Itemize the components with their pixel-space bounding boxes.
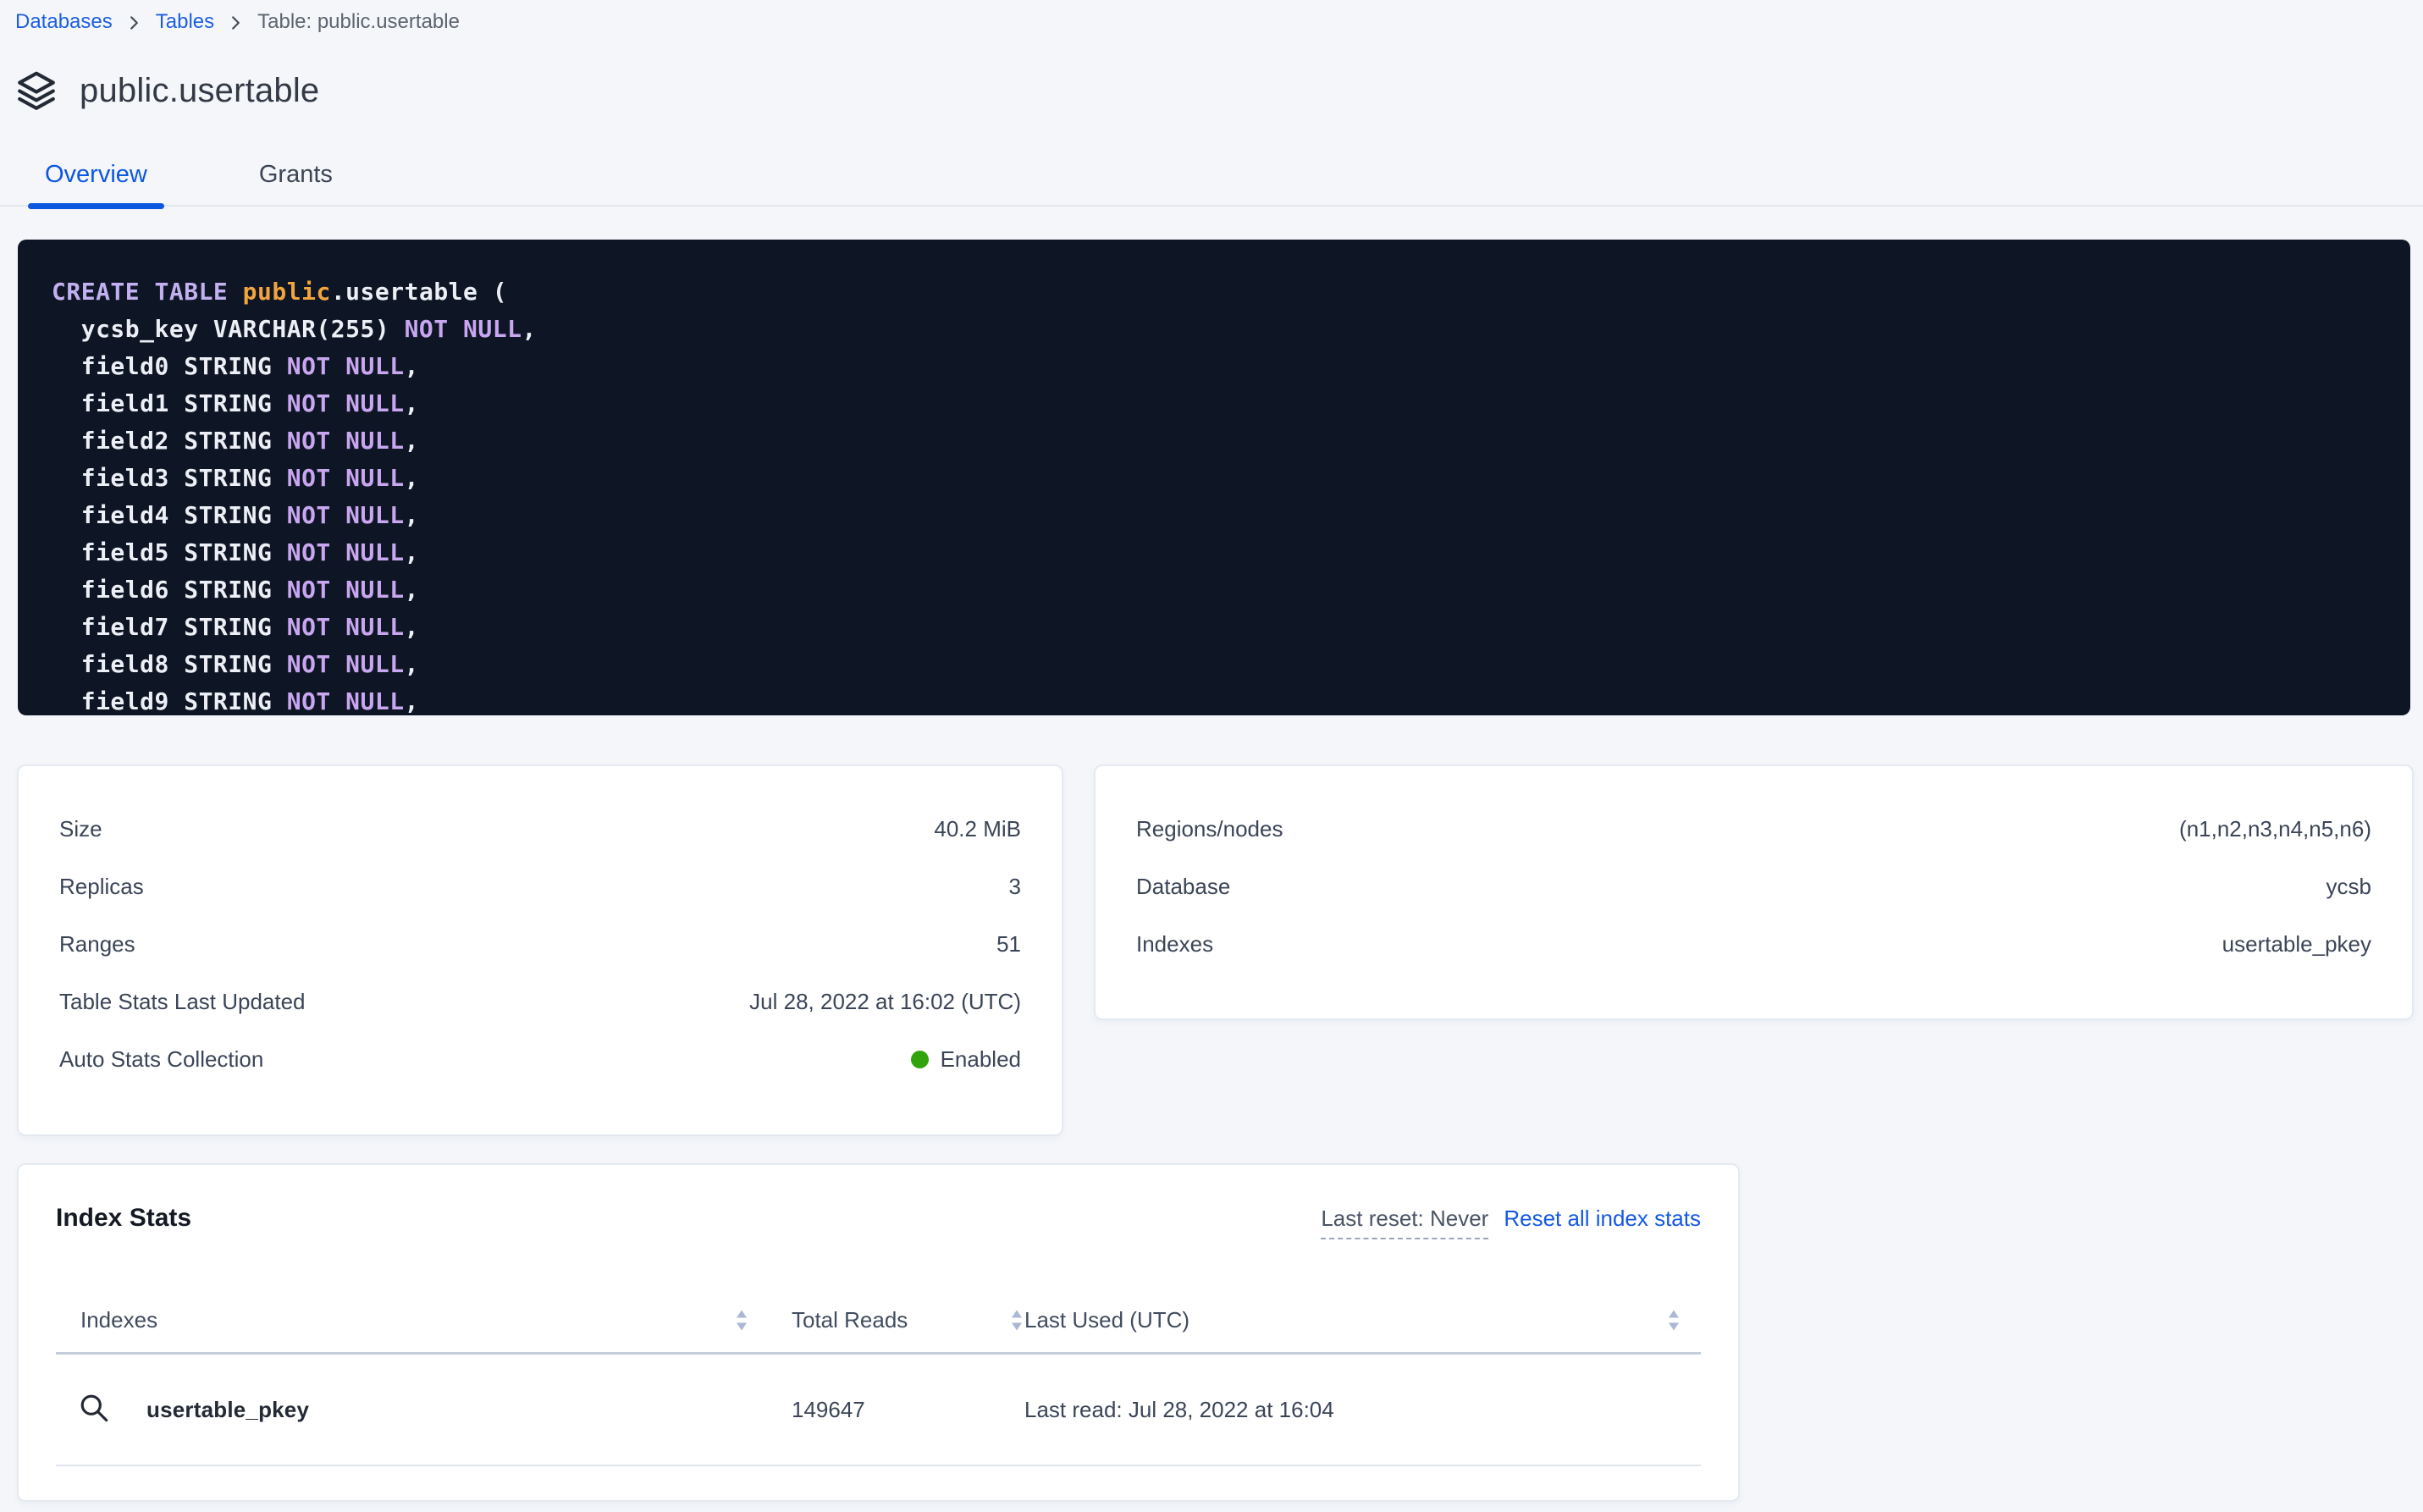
detail-label: Indexes [1136,931,1213,957]
detail-label: Table Stats Last Updated [59,989,306,1015]
breadcrumb: Databases Tables Table: public.usertable [15,8,460,36]
index-last-used: Last read: Jul 28, 2022 at 16:04 [1024,1397,1701,1423]
detail-row-replicas: Replicas 3 [59,858,1021,915]
detail-value: 40.2 MiB [934,816,1021,842]
table-details-card: Size 40.2 MiB Replicas 3 Ranges 51 Table… [17,764,1063,1136]
chevron-right-icon [128,14,141,32]
sort-icon [736,1309,748,1332]
index-stats-card: Index Stats Last reset: Never Reset all … [17,1163,1740,1502]
chevron-right-icon [229,14,242,32]
column-header-total-reads[interactable]: Total Reads [792,1307,1024,1333]
sort-icon [1011,1309,1023,1332]
status-enabled-dot-icon [911,1051,929,1068]
detail-value: usertable_pkey [2222,931,2371,957]
detail-value: 3 [1009,874,1021,900]
index-stats-table: Indexes Total Reads Last Used (UTC) [56,1289,1701,1466]
detail-row-stats-updated: Table Stats Last Updated Jul 28, 2022 at… [59,973,1021,1030]
breadcrumb-link-databases[interactable]: Databases [15,10,113,34]
detail-row-database: Database ycsb [1136,858,2371,915]
table-details-card-right: Regions/nodes (n1,n2,n3,n4,n5,n6) Databa… [1094,764,2414,1020]
detail-label: Auto Stats Collection [59,1046,263,1073]
column-header-last-used[interactable]: Last Used (UTC) [1024,1307,1701,1333]
detail-value: ycsb [2326,874,2371,900]
column-label: Indexes [80,1307,157,1333]
tabbar: Overview Grants [0,157,2423,207]
detail-value: (n1,n2,n3,n4,n5,n6) [2179,816,2371,842]
page-title: public.usertable [80,72,319,110]
table-details-page: Databases Tables Table: public.usertable… [0,0,2423,1512]
stack-layers-icon [15,69,58,112]
status-text: Enabled [941,1046,1021,1073]
column-header-indexes[interactable]: Indexes [56,1307,792,1333]
detail-row-size: Size 40.2 MiB [59,800,1021,858]
create-table-statement[interactable]: CREATE TABLE public.usertable ( ycsb_key… [18,240,2410,715]
last-reset-label: Last reset: Never [1321,1206,1488,1239]
detail-label: Ranges [59,931,135,957]
detail-value: 51 [996,931,1021,957]
index-stats-row[interactable]: usertable_pkey 149647 Last read: Jul 28,… [56,1355,1701,1466]
detail-label: Regions/nodes [1136,816,1283,842]
detail-row-auto-stats: Auto Stats Collection Enabled [59,1030,1021,1088]
detail-label: Size [59,816,102,842]
tab-grants[interactable]: Grants [242,157,350,205]
index-stats-table-header: Indexes Total Reads Last Used (UTC) [56,1289,1701,1355]
detail-value: Enabled [911,1046,1021,1073]
detail-label: Database [1136,874,1230,900]
magnifier-icon [79,1393,111,1426]
index-name-link[interactable]: usertable_pkey [146,1397,309,1423]
detail-row-ranges: Ranges 51 [59,915,1021,973]
sort-icon [1668,1309,1680,1332]
reset-index-stats-link[interactable]: Reset all index stats [1504,1206,1701,1232]
detail-row-indexes: Indexes usertable_pkey [1136,915,2371,973]
tab-overview[interactable]: Overview [28,157,164,205]
detail-row-regions: Regions/nodes (n1,n2,n3,n4,n5,n6) [1136,800,2371,858]
column-label: Total Reads [792,1307,908,1333]
detail-label: Replicas [59,874,144,900]
index-total-reads: 149647 [792,1397,1024,1423]
breadcrumb-current: Table: public.usertable [257,10,460,34]
breadcrumb-link-tables[interactable]: Tables [156,10,214,34]
page-header: public.usertable [15,69,319,112]
index-stats-title: Index Stats [56,1204,191,1233]
detail-value: Jul 28, 2022 at 16:02 (UTC) [749,989,1021,1015]
column-label: Last Used (UTC) [1024,1307,1189,1333]
